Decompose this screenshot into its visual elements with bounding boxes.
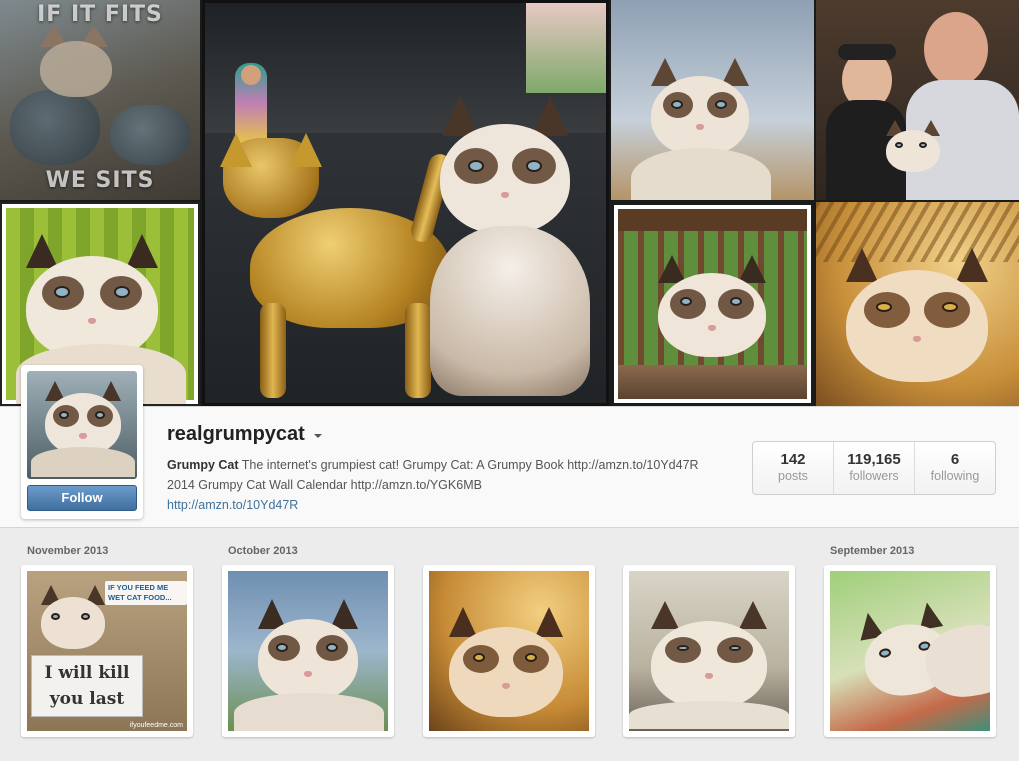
username-row[interactable]: realgrumpycat bbox=[167, 423, 322, 446]
bowl-shape bbox=[110, 105, 190, 165]
cover-tile-with-people[interactable] bbox=[816, 0, 1019, 200]
wood-log bbox=[618, 365, 807, 399]
photo-4[interactable] bbox=[623, 565, 795, 737]
bio-link[interactable]: http://amzn.to/10Yd47R bbox=[167, 498, 298, 512]
stat-value: 6 bbox=[950, 451, 960, 468]
month-label: October 2013 bbox=[228, 545, 298, 557]
headband bbox=[838, 44, 896, 60]
stat-followers[interactable]: 119,165 followers bbox=[833, 442, 914, 494]
month-label: September 2013 bbox=[830, 545, 915, 557]
bowl-shape bbox=[10, 90, 100, 165]
avatar[interactable] bbox=[27, 371, 137, 479]
cover-tile-palm[interactable] bbox=[816, 202, 1019, 406]
photo-image bbox=[629, 571, 789, 731]
gold-cat-leg bbox=[405, 303, 431, 398]
stat-following[interactable]: 6 following bbox=[914, 442, 995, 494]
stat-label: posts bbox=[778, 469, 808, 483]
photo-image bbox=[830, 571, 990, 731]
username[interactable]: realgrumpycat bbox=[167, 423, 305, 446]
stat-value: 142 bbox=[780, 451, 806, 468]
photo-image: IF YOU FEED ME WET CAT FOOD... I will ki… bbox=[27, 571, 187, 731]
follow-button[interactable]: Follow bbox=[27, 485, 137, 511]
sky-trees bbox=[526, 3, 606, 93]
profile-header: Follow realgrumpycat Grumpy Cat The inte… bbox=[0, 365, 1019, 528]
caption-bottom: WE SITS bbox=[45, 168, 155, 193]
gold-cat-leg bbox=[260, 303, 286, 398]
photo-3[interactable] bbox=[423, 565, 595, 737]
gold-cat-ear bbox=[220, 133, 252, 167]
photo-5[interactable] bbox=[824, 565, 996, 737]
gold-cat-ear bbox=[290, 133, 322, 167]
cover-tile-if-it-fits[interactable]: IF IT FITS WE SITS bbox=[0, 0, 200, 200]
bio-name: Grumpy Cat bbox=[167, 458, 239, 472]
man-face bbox=[924, 12, 988, 86]
profile-bio: Grumpy Cat The internet's grumpiest cat!… bbox=[167, 455, 727, 515]
profile-stats: 142 posts 119,165 followers 6 following bbox=[752, 441, 996, 495]
bio-text: The internet's grumpiest cat! Grumpy Cat… bbox=[167, 458, 699, 492]
photo-caption: IF YOU FEED ME WET CAT FOOD... bbox=[105, 581, 187, 605]
cover-tile-sky[interactable] bbox=[611, 0, 814, 200]
photo-credit: ifyoufeedme.com bbox=[129, 722, 183, 729]
caption-top: IF IT FITS bbox=[37, 2, 163, 27]
cover-tile-fence[interactable] bbox=[611, 202, 814, 406]
stat-value: 119,165 bbox=[847, 451, 901, 468]
stat-label: followers bbox=[849, 469, 899, 483]
cover-mosaic: IF IT FITS WE SITS bbox=[0, 0, 1019, 406]
photo-image bbox=[228, 571, 388, 731]
photo-sign: I will kill you last bbox=[31, 655, 143, 717]
profile-page: IF IT FITS WE SITS Follow realgrumpycat … bbox=[0, 0, 1019, 761]
chevron-down-icon[interactable] bbox=[313, 434, 322, 438]
photo-image bbox=[429, 571, 589, 731]
avatar-card: Follow bbox=[21, 365, 143, 519]
cover-tile-golden-cat[interactable] bbox=[202, 0, 609, 406]
stat-label: following bbox=[930, 469, 980, 483]
fence-rail bbox=[618, 209, 807, 231]
photo-2[interactable] bbox=[222, 565, 394, 737]
photo-grid: November 2013 October 2013 September 201… bbox=[0, 529, 1019, 761]
photo-1[interactable]: IF YOU FEED ME WET CAT FOOD... I will ki… bbox=[21, 565, 193, 737]
stat-posts[interactable]: 142 posts bbox=[753, 442, 833, 494]
person-head bbox=[241, 65, 261, 85]
month-label: November 2013 bbox=[27, 545, 109, 557]
